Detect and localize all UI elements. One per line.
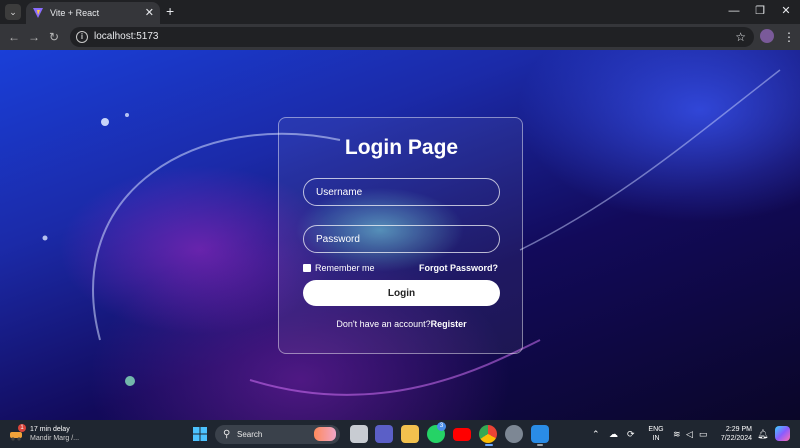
info-icon[interactable]: i: [76, 31, 88, 43]
back-arrow-icon[interactable]: ←: [6, 29, 22, 45]
kebab-menu-icon[interactable]: ⋮: [783, 29, 795, 45]
register-link[interactable]: Register: [431, 319, 467, 329]
search-highlight-icon: [314, 427, 336, 441]
tab-list-icon[interactable]: ⌄: [5, 4, 21, 20]
username-input[interactable]: [303, 178, 500, 206]
weather-title: 17 min delay: [30, 426, 70, 433]
cloud-icon[interactable]: ☁: [609, 428, 618, 440]
register-prompt: Don't have an account?: [336, 319, 431, 329]
lang-line2: IN: [652, 435, 660, 442]
forward-arrow-icon[interactable]: →: [26, 29, 42, 45]
minimize-icon[interactable]: —: [724, 3, 744, 19]
address-bar[interactable]: i localhost:5173 ☆: [70, 27, 754, 47]
volume-icon[interactable]: ◁: [686, 428, 693, 440]
vscode-icon[interactable]: [531, 425, 549, 443]
browser-toolbar: ← → ↻ i localhost:5173 ☆ ⋮: [0, 24, 800, 50]
vite-favicon-icon: [33, 8, 43, 18]
vscode-running-indicator: [537, 444, 543, 446]
wifi-icon[interactable]: ≋: [673, 428, 681, 440]
search-icon: ⚲: [223, 429, 231, 440]
login-card: Login Page Remember me Forgot Password? …: [278, 117, 523, 354]
browser-tab[interactable]: Vite + React ✕: [26, 2, 160, 24]
remember-label: Remember me: [315, 263, 375, 273]
tab-title: Vite + React: [50, 8, 100, 18]
weather-widget[interactable]: 1 17 min delay Mandir Marg /...: [8, 424, 88, 444]
restore-icon[interactable]: ❐: [750, 3, 770, 19]
windows-start-icon[interactable]: [193, 427, 207, 441]
whatsapp-badge: 3: [437, 422, 446, 431]
youtube-icon[interactable]: [453, 428, 471, 441]
taskbar-search[interactable]: ⚲ Search: [215, 425, 340, 444]
clock-time: 2:29 PM: [725, 426, 752, 433]
profile-avatar-icon[interactable]: [760, 29, 774, 43]
weather-badge: 1: [18, 424, 26, 432]
close-icon[interactable]: ✕: [776, 3, 796, 19]
clock[interactable]: 2:29 PM 7/22/2024: [712, 425, 752, 443]
battery-icon[interactable]: ▭: [699, 428, 708, 440]
close-icon[interactable]: ✕: [145, 6, 154, 20]
chrome-icon[interactable]: [479, 425, 497, 443]
star-icon[interactable]: ☆: [735, 29, 746, 45]
page-viewport: Login Page Remember me Forgot Password? …: [0, 50, 800, 420]
lang-line1: ENG: [648, 426, 664, 433]
reload-icon[interactable]: ↻: [46, 29, 62, 45]
chrome-active-indicator: [485, 444, 493, 446]
settings-icon[interactable]: [505, 425, 523, 443]
sync-icon[interactable]: ⟳: [627, 428, 635, 440]
password-input[interactable]: [303, 225, 500, 253]
browser-tab-bar: ⌄ Vite + React ✕ + — ❐ ✕: [0, 0, 800, 24]
teams-icon[interactable]: [375, 425, 393, 443]
forgot-password-link[interactable]: Forgot Password?: [419, 262, 498, 274]
weather-subtitle: Mandir Marg /...: [30, 435, 80, 442]
folder-icon[interactable]: [401, 425, 419, 443]
remember-checkbox[interactable]: [303, 264, 311, 272]
plus-icon[interactable]: +: [166, 3, 174, 19]
file-explorer-icon[interactable]: [350, 425, 368, 443]
register-line: Don't have an account?Register: [279, 318, 524, 330]
bell-icon[interactable]: 🔔︎: [757, 428, 768, 440]
page-title: Login Page: [344, 136, 459, 159]
login-button[interactable]: Login: [303, 280, 500, 306]
taskbar: 1 17 min delay Mandir Marg /... ⚲ Search…: [0, 420, 800, 448]
clock-date: 7/22/2024: [720, 435, 752, 442]
url-text[interactable]: localhost:5173: [94, 30, 159, 44]
copilot-icon[interactable]: [775, 426, 790, 441]
language-indicator[interactable]: ENG IN: [645, 425, 667, 443]
remember-me[interactable]: Remember me: [303, 262, 375, 274]
chevron-up-icon[interactable]: ⌃: [592, 428, 600, 440]
search-label: Search: [237, 430, 263, 439]
